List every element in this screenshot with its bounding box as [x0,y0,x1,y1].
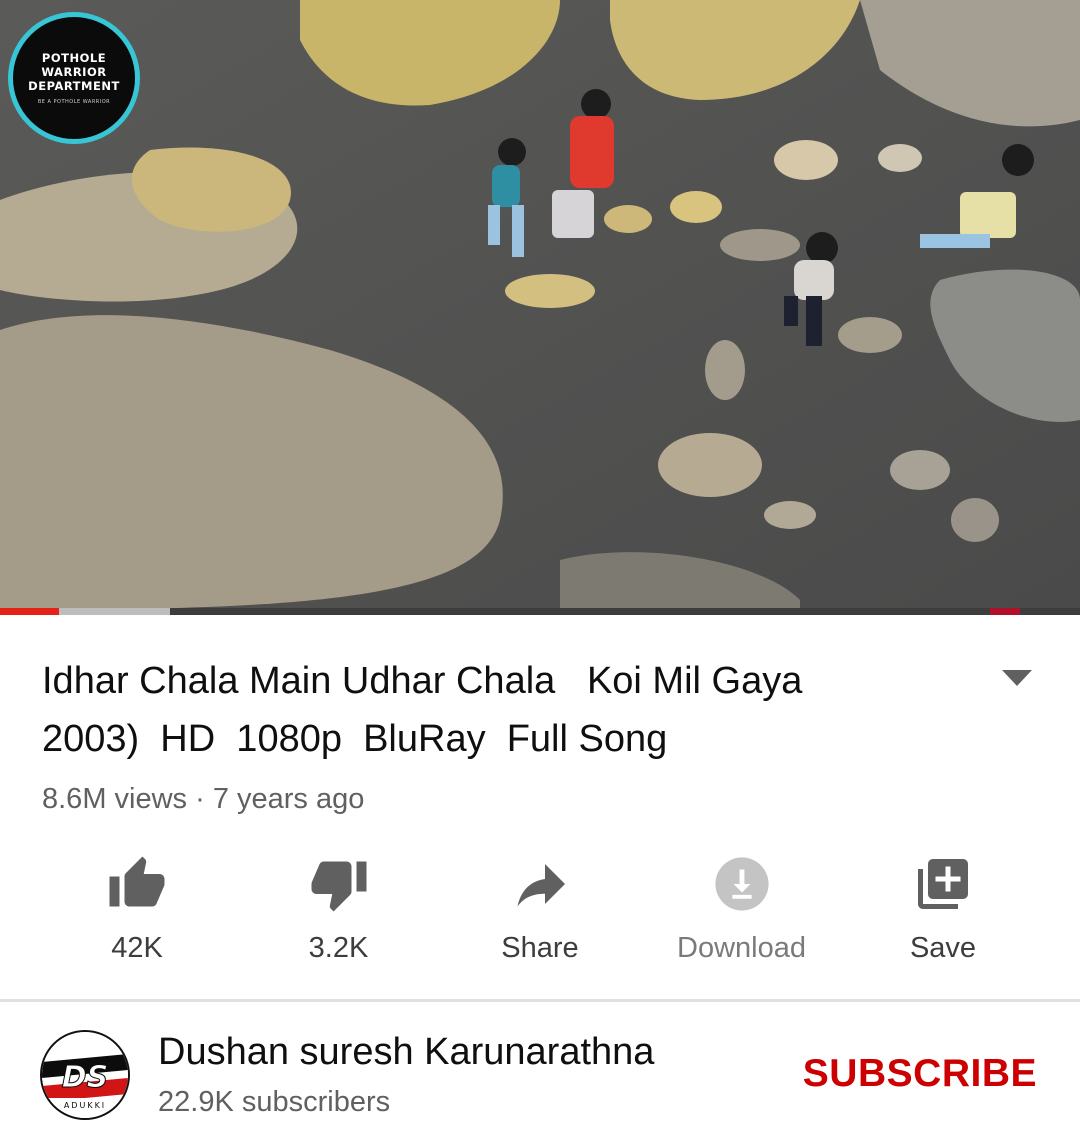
progress-ad-marker [990,608,1020,615]
video-progress-bar[interactable] [0,608,1080,615]
video-thumbnail [0,0,1080,610]
progress-played [0,608,60,615]
thumbs-up-icon [105,852,169,916]
badge-subtitle: BE A POTHOLE WARRIOR [37,99,111,105]
share-button[interactable]: Share [440,848,640,978]
channel-watermark-badge: POTHOLE WARRIOR DEPARTMENT BE A POTHOLE … [8,12,140,144]
download-button[interactable]: Download [642,848,842,978]
section-divider [0,999,1080,1002]
expand-description-icon[interactable] [1000,668,1034,688]
subscribe-button[interactable]: SUBSCRIBE [803,1052,1037,1096]
badge-title: POTHOLE WARRIOR DEPARTMENT [28,51,120,93]
channel-avatar[interactable]: DS ADUKKI [40,1030,130,1120]
channel-name[interactable]: Dushan suresh Karunarathna [158,1031,654,1074]
share-icon [508,852,572,916]
thumbs-down-icon [307,852,371,916]
svg-text:ADUKKI: ADUKKI [64,1101,106,1110]
video-views-and-age: 8.6M views · 7 years ago [42,783,365,815]
video-player[interactable]: POTHOLE WARRIOR DEPARTMENT BE A POTHOLE … [0,0,1080,610]
add-to-playlist-icon [911,852,975,916]
like-button[interactable]: 42K [37,848,237,978]
download-label: Download [677,932,806,964]
video-title: Idhar Chala Main Udhar Chala Koi Mil Gay… [42,660,803,760]
channel-logo-icon: DS ADUKKI [42,1032,128,1118]
dislike-button[interactable]: 3.2K [239,848,439,978]
save-label: Save [909,932,977,964]
svg-text:DS: DS [62,1060,109,1095]
like-count: 42K [111,932,163,964]
download-icon [710,852,774,916]
save-button[interactable]: Save [843,848,1043,978]
video-actions-bar: 42K 3.2K Share Download Save [37,848,1043,978]
share-label: Share [501,932,579,964]
subscriber-count: 22.9K subscribers [158,1086,391,1118]
dislike-count: 3.2K [308,932,369,964]
